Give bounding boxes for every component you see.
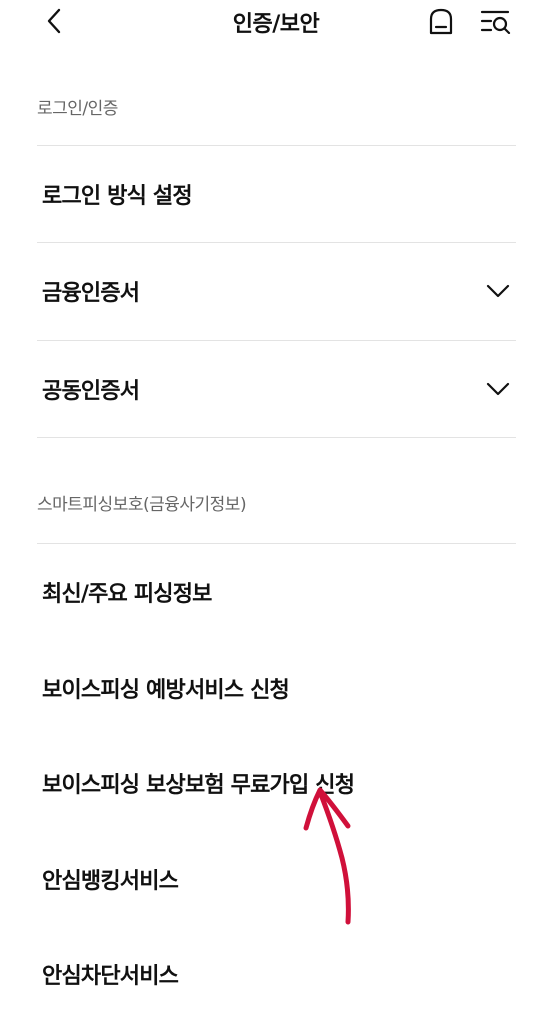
menu-item-joint-certificate[interactable]: 공동인증서	[37, 341, 516, 437]
divider	[37, 437, 516, 438]
menu-item-label: 보이스피싱 보상보험 무료가입 신청	[42, 773, 355, 798]
menu-item-voice-phishing-insurance[interactable]: 보이스피싱 보상보험 무료가입 신청	[37, 735, 516, 831]
section-label-smart-phishing: 스마트피싱보호(금융사기정보)	[37, 495, 247, 515]
menu-item-voice-phishing-prevention[interactable]: 보이스피싱 예방서비스 신청	[37, 640, 516, 736]
chevron-down-icon	[486, 382, 510, 396]
menu-item-label: 공동인증서	[42, 379, 140, 404]
page-title: 인증/보안	[232, 12, 320, 37]
menu-item-label: 보이스피싱 예방서비스 신청	[42, 678, 290, 703]
menu-item-safe-blocking[interactable]: 안심차단서비스	[37, 926, 516, 1022]
menu-item-label: 안심차단서비스	[42, 964, 179, 989]
menu-item-latest-phishing-info[interactable]: 최신/주요 피싱정보	[37, 544, 516, 640]
section-label-login: 로그인/인증	[37, 99, 118, 119]
menu-search-button[interactable]	[476, 4, 516, 38]
menu-search-icon	[480, 10, 511, 34]
home-icon	[429, 8, 453, 35]
menu-item-label: 금융인증서	[42, 281, 140, 306]
chevron-down-icon	[486, 284, 510, 298]
home-button[interactable]	[423, 4, 459, 38]
menu-item-label: 안심뱅킹서비스	[42, 869, 179, 894]
menu-item-financial-certificate[interactable]: 금융인증서	[37, 243, 516, 339]
header-bar: 인증/보안	[0, 0, 552, 44]
menu-item-login-method[interactable]: 로그인 방식 설정	[37, 146, 516, 242]
menu-item-label: 최신/주요 피싱정보	[42, 582, 212, 607]
menu-item-label: 로그인 방식 설정	[42, 184, 193, 209]
menu-item-safe-banking[interactable]: 안심뱅킹서비스	[37, 831, 516, 927]
